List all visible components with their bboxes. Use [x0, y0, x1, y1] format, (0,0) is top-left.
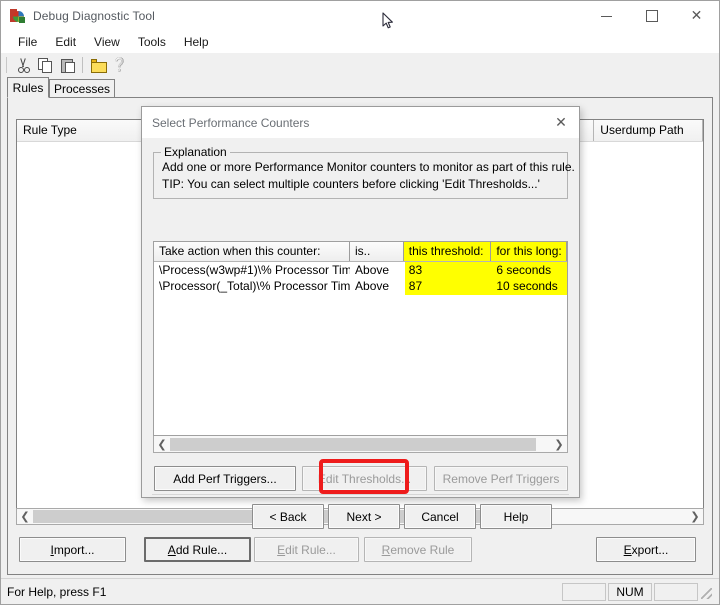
scroll-right-icon[interactable]: ❯ — [687, 509, 703, 524]
cell-counter: \Processor(_Total)\% Processor Time — [159, 279, 351, 293]
column-is[interactable]: is.. — [350, 242, 404, 261]
status-pane-num: NUM — [608, 583, 652, 601]
edit-rule-button-label: Edit Rule... — [277, 542, 336, 557]
remove-perf-triggers-label: Remove Perf Triggers — [442, 471, 560, 486]
window-controls: ✕ — [584, 1, 719, 31]
remove-rule-button: Remove Rule — [364, 537, 472, 562]
dialog-close-icon[interactable]: ✕ — [543, 108, 579, 138]
counters-list-hscrollbar[interactable]: ❮ ❯ — [153, 436, 568, 453]
cell-is: Above — [355, 263, 390, 277]
import-button-label: Import... — [50, 542, 95, 557]
rules-action-buttons: Import... Add Rule... Edit Rule... Remov… — [1, 534, 707, 568]
edit-rule-button: Edit Rule... — [254, 537, 359, 562]
toolbar-separator — [82, 57, 83, 73]
scroll-right-icon[interactable]: ❯ — [551, 437, 567, 452]
mouse-cursor — [382, 12, 394, 30]
select-performance-counters-dialog: Select Performance Counters ✕ Explanatio… — [141, 106, 580, 529]
next-button[interactable]: Next > — [328, 504, 400, 529]
toolbar: ❔ — [1, 53, 719, 78]
cell-duration: 6 seconds — [496, 263, 552, 277]
column-userdump-path[interactable]: Userdump Path — [594, 120, 703, 141]
column-for-this-long[interactable]: for this long: — [491, 242, 567, 261]
status-pane-3 — [654, 583, 698, 601]
hscroll-thumb[interactable] — [170, 437, 536, 451]
status-hint: For Help, press F1 — [7, 585, 107, 599]
cell-duration: 10 seconds — [496, 279, 558, 293]
cell-threshold: 87 — [408, 279, 423, 293]
cut-icon[interactable] — [12, 55, 34, 76]
export-button-label: Export... — [623, 542, 669, 557]
menu-view[interactable]: View — [85, 33, 129, 52]
remove-rule-button-label: Remove Rule — [381, 542, 455, 557]
scroll-left-icon[interactable]: ❮ — [154, 437, 170, 452]
add-rule-button[interactable]: Add Rule... — [144, 537, 251, 562]
next-button-label: Next > — [346, 509, 382, 524]
remove-perf-triggers-button: Remove Perf Triggers — [434, 466, 568, 491]
toolbar-grip[interactable] — [6, 57, 9, 73]
cell-threshold: 83 — [408, 263, 423, 277]
scroll-left-icon[interactable]: ❮ — [17, 509, 33, 524]
dialog-body: Explanation Add one or more Performance … — [142, 138, 579, 529]
tab-processes[interactable]: Processes — [49, 79, 115, 98]
title-bar: Debug Diagnostic Tool ✕ — [1, 1, 719, 31]
column-this-threshold[interactable]: this threshold: — [403, 242, 492, 261]
window-title: Debug Diagnostic Tool — [33, 9, 155, 23]
back-button-label: < Back — [269, 509, 307, 524]
menu-tools[interactable]: Tools — [129, 33, 175, 52]
menu-bar: File Edit View Tools Help — [1, 31, 719, 53]
import-button[interactable]: Import... — [19, 537, 126, 562]
export-button[interactable]: Export... — [596, 537, 696, 562]
counters-table-header: Take action when this counter: is.. this… — [154, 242, 567, 262]
counters-table-body: \Process(w3wp#1)\% Processor Time Above … — [154, 262, 567, 294]
cell-is: Above — [355, 279, 390, 293]
explanation-line-2: TIP: You can select multiple counters be… — [162, 177, 540, 191]
table-row[interactable]: \Process(w3wp#1)\% Processor Time Above … — [154, 262, 567, 278]
tab-rules[interactable]: Rules — [7, 77, 49, 98]
minimize-icon[interactable] — [584, 1, 629, 31]
explanation-group: Explanation Add one or more Performance … — [153, 145, 575, 199]
add-rule-button-label: Add Rule... — [167, 542, 228, 557]
help-button-label: Help — [503, 509, 529, 524]
cancel-button[interactable]: Cancel — [404, 504, 476, 529]
back-button[interactable]: < Back — [252, 504, 324, 529]
maximize-icon[interactable] — [629, 1, 674, 31]
status-pane-1 — [562, 583, 606, 601]
dialog-separator — [152, 494, 569, 495]
dialog-title: Select Performance Counters — [152, 115, 310, 130]
cancel-button-label: Cancel — [421, 509, 459, 524]
copy-icon[interactable] — [34, 55, 56, 76]
edit-thresholds-button: Edit Thresholds... — [302, 466, 427, 491]
paste-icon[interactable] — [56, 55, 78, 76]
menu-help[interactable]: Help — [175, 33, 218, 52]
explanation-line-1: Add one or more Performance Monitor coun… — [162, 160, 575, 174]
cell-counter: \Process(w3wp#1)\% Processor Time — [159, 263, 351, 277]
close-icon[interactable]: ✕ — [674, 1, 719, 31]
counters-list[interactable]: Take action when this counter: is.. this… — [153, 241, 568, 436]
tab-strip: Rules Processes — [1, 77, 719, 98]
table-row[interactable]: \Processor(_Total)\% Processor Time Abov… — [154, 278, 567, 294]
explanation-legend: Explanation — [161, 145, 230, 159]
open-folder-icon[interactable] — [87, 55, 109, 76]
column-take-action-when-this-counter[interactable]: Take action when this counter: — [154, 242, 351, 261]
add-perf-triggers-label: Add Perf Triggers... — [173, 471, 277, 486]
application-window: Debug Diagnostic Tool ✕ File Edit View T… — [0, 0, 720, 605]
add-perf-triggers-button[interactable]: Add Perf Triggers... — [154, 466, 296, 491]
debug-diagnostic-logo-icon — [10, 8, 26, 24]
help-question-icon[interactable]: ❔ — [109, 55, 131, 76]
resize-grip-icon[interactable] — [700, 583, 714, 601]
edit-thresholds-label: Edit Thresholds... — [317, 471, 412, 486]
status-bar: For Help, press F1 NUM — [1, 578, 719, 604]
help-button[interactable]: Help — [480, 504, 552, 529]
menu-file[interactable]: File — [9, 33, 46, 52]
menu-edit[interactable]: Edit — [46, 33, 85, 52]
dialog-title-bar: Select Performance Counters ✕ — [142, 107, 579, 138]
